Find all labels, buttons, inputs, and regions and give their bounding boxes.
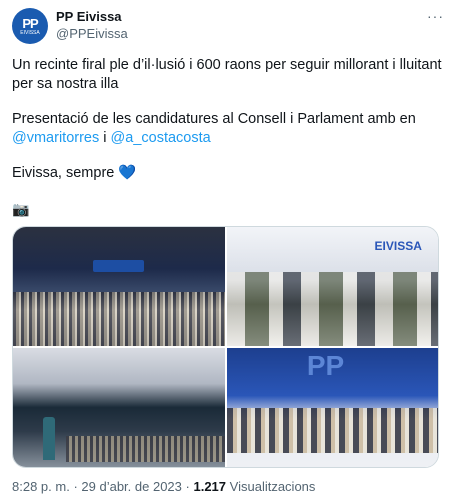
avatar-logo-text: PP xyxy=(22,15,38,31)
blue-heart-icon: 💙 xyxy=(118,165,137,181)
avatar[interactable]: PP EIVISSA xyxy=(12,8,48,44)
tweet-footer: 8:28 p. m. · 29 d’abr. de 2023 · 1.217 V… xyxy=(12,479,315,495)
stage-logo xyxy=(93,260,145,273)
mention-a-costacosta[interactable]: @a_costacosta xyxy=(111,130,211,146)
account-names: PP Eivissa @PPEivissa xyxy=(56,9,128,42)
account-handle[interactable]: @PPEivissa xyxy=(56,25,128,42)
photo-2-logo: EIVISSA xyxy=(374,238,422,253)
footer-separator: · xyxy=(73,479,78,494)
audience xyxy=(65,436,225,463)
photo-venue-overview[interactable] xyxy=(13,227,225,346)
footer-separator: · xyxy=(185,479,190,494)
people-group xyxy=(226,272,438,346)
photo-seated-candidates[interactable]: PP xyxy=(226,348,438,467)
tweet-connector: i xyxy=(103,130,107,146)
tweet-line-2-text: Presentació de les candidatures al Conse… xyxy=(12,111,416,127)
tweet-time[interactable]: 8:28 p. m. xyxy=(12,479,70,494)
display-name[interactable]: PP Eivissa xyxy=(56,9,128,25)
camera-icon: 📷 xyxy=(12,201,30,217)
speaker-figure xyxy=(42,417,56,460)
tweet-date[interactable]: 29 d’abr. de 2023 xyxy=(81,479,181,494)
tweet-line-3-text: Eivissa, sempre xyxy=(12,165,115,181)
tweet-header: PP EIVISSA PP Eivissa @PPEivissa ··· xyxy=(12,8,444,48)
avatar-logo-subtext: EIVISSA xyxy=(20,29,40,36)
photo-candidates-press[interactable]: EIVISSA xyxy=(226,227,438,346)
crowd xyxy=(13,292,225,346)
tweet-line-1: Un recinte firal ple d’il·lusió i 600 ra… xyxy=(12,57,442,92)
views-count: 1.217 xyxy=(193,479,227,494)
photo-4-logo: PP xyxy=(306,350,345,382)
more-options-icon[interactable]: ··· xyxy=(427,8,444,24)
tweet-line-2: Presentació de les candidatures al Conse… xyxy=(12,110,442,148)
tweet-line-3: Eivissa, sempre 💙 xyxy=(12,164,136,183)
views-label: Visualitzacions xyxy=(229,479,316,494)
mention-vmaritorres[interactable]: @vmaritorres xyxy=(12,130,99,146)
photo-speaker-stage[interactable] xyxy=(13,348,225,467)
seated-people xyxy=(226,407,438,453)
media-grid: EIVISSA PP xyxy=(12,226,439,468)
